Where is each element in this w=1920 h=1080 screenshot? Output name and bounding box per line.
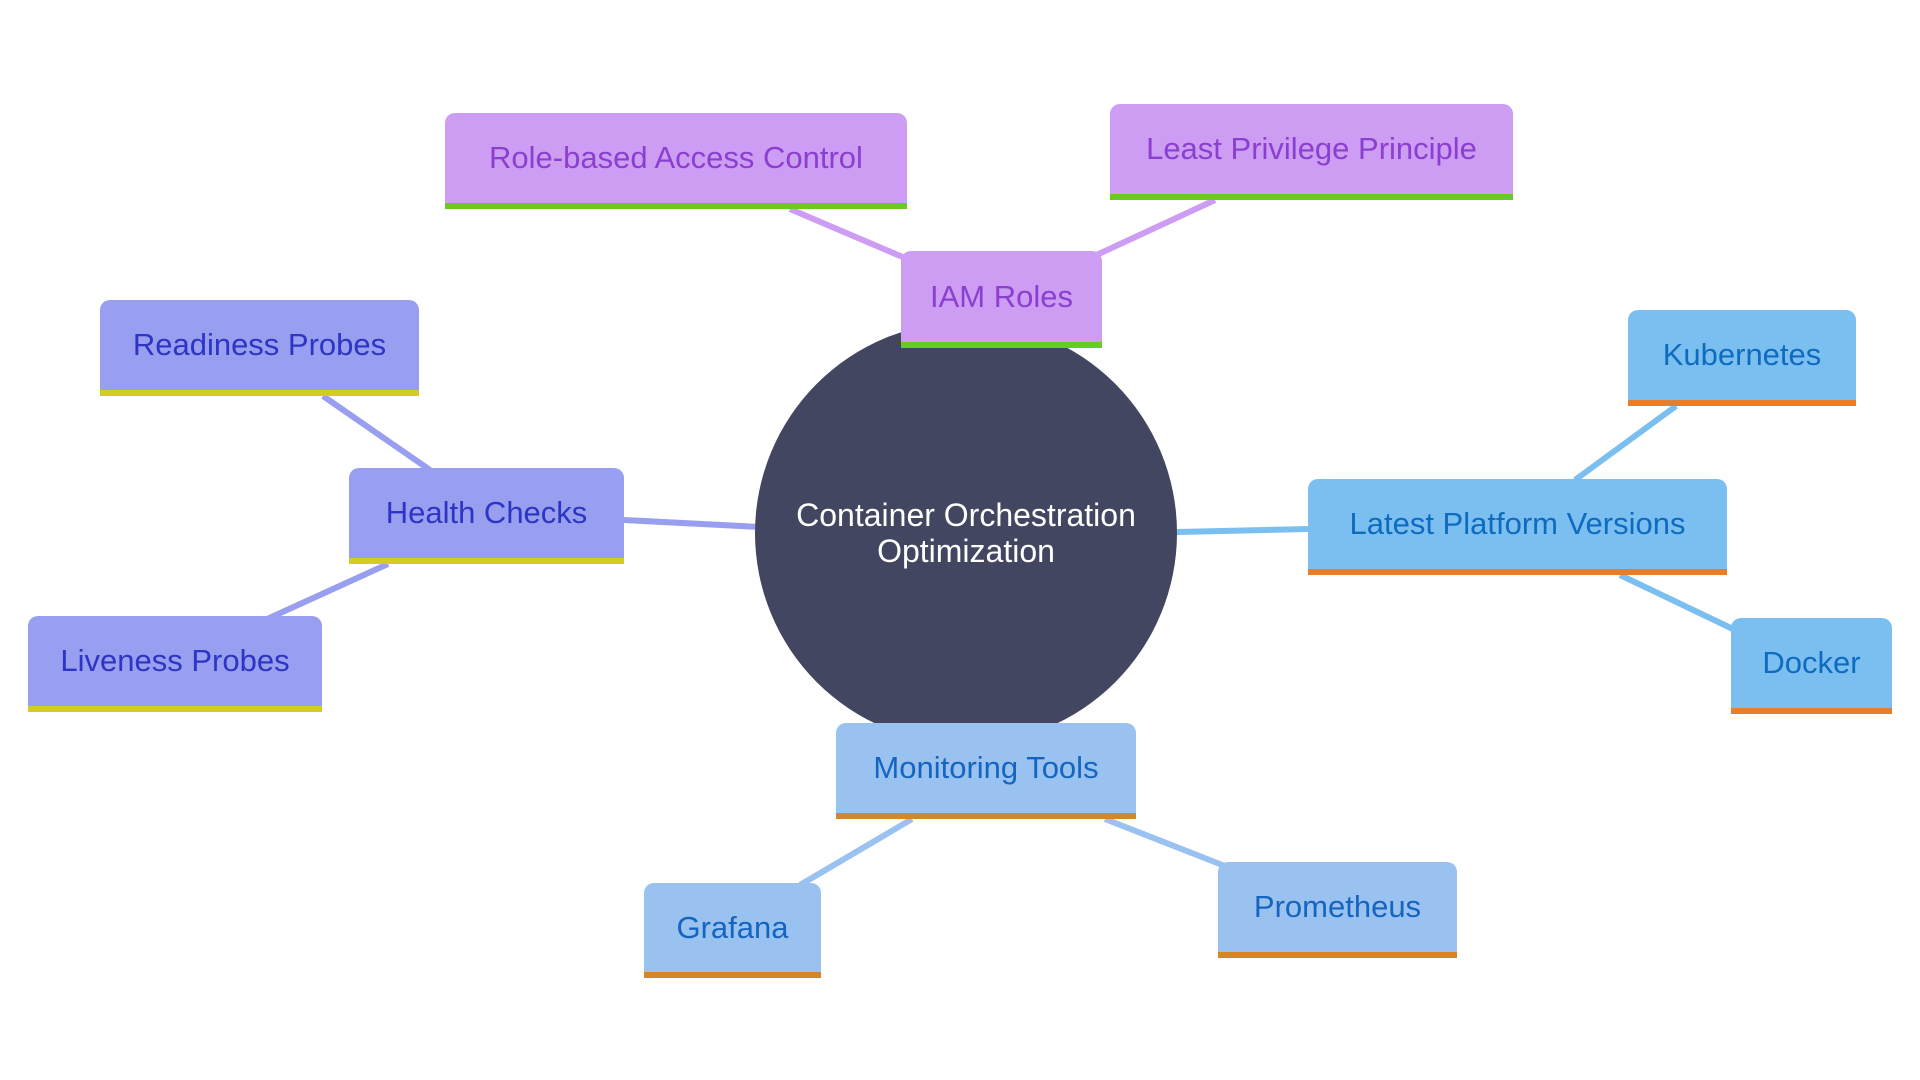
edge-monitoring-prometheus [1103,816,1232,871]
edge-health-readiness [321,393,432,473]
node-liveness-probes[interactable]: Liveness Probes [28,616,322,712]
node-role-based-access-control[interactable]: Role-based Access Control [445,113,907,209]
node-label: Least Privilege Principle [1146,131,1477,166]
edge-platform-kubernetes [1573,403,1678,483]
edge-root-health [623,517,761,530]
edge-health-liveness [263,561,390,623]
root-label-line2: Optimization [877,533,1055,569]
node-label: Latest Platform Versions [1349,506,1686,541]
node-label: IAM Roles [930,278,1073,314]
node-label: Prometheus [1253,889,1422,924]
node-label: Health Checks [385,495,588,530]
node-health-checks[interactable]: Health Checks [349,468,624,564]
node-monitoring-tools[interactable]: Monitoring Tools [836,723,1136,819]
node-readiness-probes[interactable]: Readiness Probes [100,300,419,396]
edge-monitoring-grafana [798,816,914,888]
edge-platform-docker [1618,572,1737,633]
node-docker[interactable]: Docker [1731,618,1892,714]
edge-iam-rbac [788,206,907,261]
node-latest-platform-versions[interactable]: Latest Platform Versions [1308,479,1727,575]
node-label: Readiness Probes [132,327,387,362]
node-label: Role-based Access Control [489,140,863,175]
node-label: Monitoring Tools [873,750,1099,785]
node-kubernetes[interactable]: Kubernetes [1628,310,1856,406]
root-label-line1: Container Orchestration [796,497,1136,533]
node-least-privilege-principle[interactable]: Least Privilege Principle [1110,104,1513,200]
node-iam-roles[interactable]: IAM Roles [901,251,1102,348]
edge-root-platform [1176,526,1309,535]
node-label: Liveness Probes [60,643,290,678]
node-label: Grafana [676,909,789,945]
edge-iam-least [1088,197,1217,261]
node-label: Kubernetes [1662,337,1822,372]
root-node[interactable]: Container Orchestration Optimization [755,322,1177,744]
node-grafana[interactable]: Grafana [644,883,821,978]
node-label: Docker [1762,645,1861,680]
node-prometheus[interactable]: Prometheus [1218,862,1457,958]
